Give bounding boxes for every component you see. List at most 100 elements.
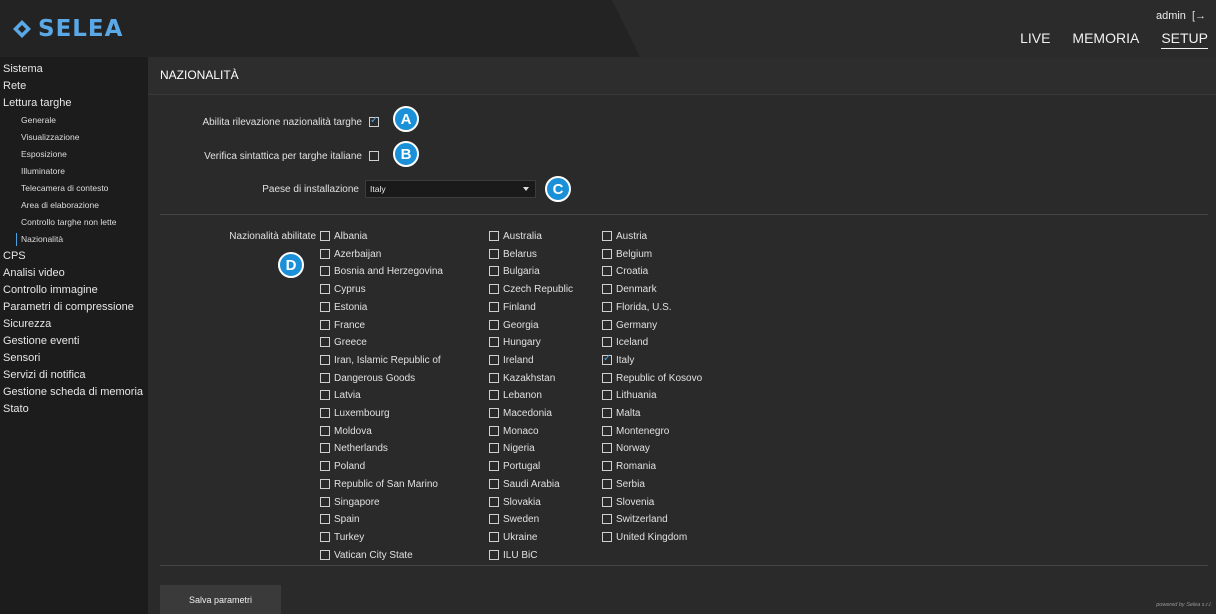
- nationality-item[interactable]: Ireland: [489, 354, 534, 367]
- sidebar-item-generale[interactable]: Generale: [0, 112, 148, 129]
- nationality-checkbox[interactable]: [320, 284, 330, 295]
- nationality-item[interactable]: Switzerland: [602, 514, 668, 526]
- sidebar-item-controllo-immagine[interactable]: Controllo immagine: [0, 282, 148, 299]
- nationality-item[interactable]: Lebanon: [489, 390, 542, 402]
- nationality-item[interactable]: Ukraine: [489, 531, 537, 544]
- sidebar-item-sicurezza[interactable]: Sicurezza: [0, 316, 148, 333]
- nationality-item[interactable]: Lithuania: [602, 390, 657, 402]
- nationality-checkbox[interactable]: [489, 231, 499, 241]
- nationality-checkbox[interactable]: [320, 443, 330, 454]
- nationality-item[interactable]: Romania: [602, 461, 656, 473]
- nav-setup[interactable]: SETUP: [1161, 30, 1208, 49]
- nationality-checkbox[interactable]: [489, 337, 499, 348]
- nationality-item[interactable]: Austria: [602, 231, 647, 243]
- nationality-checkbox[interactable]: [489, 496, 499, 507]
- nationality-item[interactable]: Australia: [489, 231, 542, 243]
- nationality-checkbox[interactable]: [602, 531, 612, 542]
- nationality-checkbox[interactable]: [489, 284, 499, 295]
- nationality-item[interactable]: Macedonia: [489, 408, 552, 420]
- nationality-item[interactable]: United Kingdom: [602, 531, 687, 544]
- nationality-checkbox[interactable]: [602, 231, 612, 241]
- nationality-checkbox[interactable]: [489, 319, 499, 330]
- nationality-checkbox[interactable]: [602, 496, 612, 507]
- nationality-item[interactable]: Republic of Kosovo: [602, 372, 702, 385]
- nationality-item[interactable]: Saudi Arabia: [489, 478, 560, 491]
- nationality-checkbox[interactable]: [320, 231, 330, 241]
- nationality-item[interactable]: Hungary: [489, 337, 541, 349]
- nationality-checkbox[interactable]: [320, 478, 330, 489]
- sidebar-item-stato[interactable]: Stato: [0, 401, 148, 418]
- logout-icon[interactable]: [→: [1192, 10, 1206, 22]
- save-button[interactable]: Salva parametri: [160, 585, 281, 614]
- nationality-item[interactable]: Belarus: [489, 248, 537, 261]
- sidebar-item-parametri-di-compressione[interactable]: Parametri di compressione: [0, 299, 148, 316]
- nationality-checkbox[interactable]: [489, 478, 499, 489]
- nationality-checkbox[interactable]: [320, 496, 330, 507]
- sidebar-item-illuminatore[interactable]: Illuminatore: [0, 163, 148, 180]
- nationality-checkbox[interactable]: [320, 266, 330, 277]
- nationality-item[interactable]: Germany: [602, 319, 657, 332]
- nationality-checkbox[interactable]: [320, 514, 330, 525]
- nationality-checkbox[interactable]: [320, 390, 330, 401]
- nationality-item[interactable]: Republic of San Marino: [320, 478, 438, 491]
- nationality-checkbox[interactable]: [320, 301, 330, 312]
- nationality-item[interactable]: Albania: [320, 231, 367, 243]
- sidebar-item-controllo-targhe-non-lette[interactable]: Controllo targhe non lette: [0, 214, 148, 231]
- nationality-checkbox[interactable]: [489, 390, 499, 401]
- sidebar-item-sistema[interactable]: Sistema: [0, 61, 148, 78]
- nationality-checkbox[interactable]: [602, 478, 612, 489]
- nationality-item[interactable]: Italy: [602, 353, 634, 367]
- nationality-checkbox[interactable]: [320, 337, 330, 348]
- nationality-checkbox[interactable]: [489, 443, 499, 454]
- nationality-checkbox[interactable]: [489, 514, 499, 525]
- sidebar-item-gestione-scheda-di-memoria[interactable]: Gestione scheda di memoria: [0, 384, 148, 401]
- nationality-item[interactable]: Belgium: [602, 248, 652, 261]
- nationality-checkbox[interactable]: [320, 425, 330, 436]
- nationality-checkbox[interactable]: [320, 354, 330, 365]
- nationality-item[interactable]: Sweden: [489, 514, 539, 526]
- nationality-checkbox[interactable]: [602, 248, 612, 259]
- nationality-checkbox[interactable]: [602, 301, 612, 312]
- nationality-checkbox[interactable]: [602, 372, 612, 383]
- nationality-checkbox[interactable]: [602, 425, 612, 436]
- nationality-item[interactable]: Vatican City State: [320, 549, 413, 562]
- nationality-checkbox[interactable]: [602, 337, 612, 348]
- sidebar-item-sensori[interactable]: Sensori: [0, 350, 148, 367]
- nationality-item[interactable]: Croatia: [602, 266, 648, 278]
- nationality-checkbox[interactable]: [602, 408, 612, 418]
- nationality-checkbox[interactable]: [489, 549, 499, 560]
- nationality-item[interactable]: Florida, U.S.: [602, 301, 672, 314]
- nationality-checkbox[interactable]: [602, 461, 612, 472]
- country-select[interactable]: Italy: [365, 180, 536, 198]
- sidebar-item-esposizione[interactable]: Esposizione: [0, 146, 148, 163]
- sidebar-item-area-di-elaborazione[interactable]: Area di elaborazione: [0, 197, 148, 214]
- nationality-item[interactable]: Bosnia and Herzegovina: [320, 266, 443, 278]
- nationality-item[interactable]: France: [320, 319, 365, 332]
- nationality-item[interactable]: Dangerous Goods: [320, 372, 415, 385]
- nationality-checkbox[interactable]: [602, 319, 612, 330]
- nationality-checkbox[interactable]: [602, 266, 612, 277]
- nationality-item[interactable]: Norway: [602, 443, 650, 455]
- nationality-item[interactable]: Moldova: [320, 425, 372, 438]
- nav-live[interactable]: LIVE: [1020, 30, 1050, 49]
- nationality-item[interactable]: Slovenia: [602, 496, 654, 509]
- nationality-item[interactable]: Portugal: [489, 461, 540, 473]
- nationality-item[interactable]: Montenegro: [602, 425, 669, 438]
- nationality-checkbox[interactable]: [602, 353, 612, 365]
- nationality-item[interactable]: Turkey: [320, 531, 364, 544]
- nationality-checkbox[interactable]: [602, 514, 612, 525]
- nav-memoria[interactable]: MEMORIA: [1072, 30, 1139, 49]
- nationality-checkbox[interactable]: [602, 443, 612, 454]
- sidebar-item-visualizzazione[interactable]: Visualizzazione: [0, 129, 148, 146]
- nationality-item[interactable]: Finland: [489, 301, 536, 314]
- nationality-checkbox[interactable]: [320, 461, 330, 472]
- nationality-checkbox[interactable]: [489, 531, 499, 542]
- nationality-item[interactable]: Denmark: [602, 284, 657, 296]
- nationality-checkbox[interactable]: [489, 301, 499, 312]
- sidebar-item-servizi-di-notifica[interactable]: Servizi di notifica: [0, 367, 148, 384]
- nationality-checkbox[interactable]: [320, 408, 330, 418]
- nationality-item[interactable]: Netherlands: [320, 443, 388, 455]
- nationality-item[interactable]: Azerbaijan: [320, 248, 381, 261]
- enable-nationality-checkbox[interactable]: [369, 115, 379, 127]
- nationality-item[interactable]: Monaco: [489, 425, 539, 438]
